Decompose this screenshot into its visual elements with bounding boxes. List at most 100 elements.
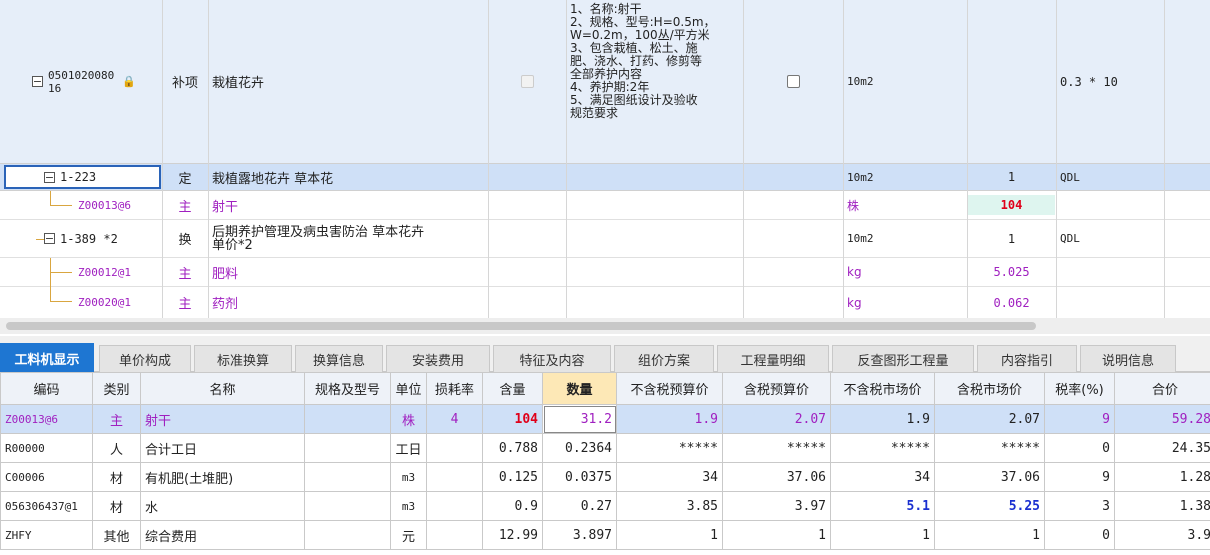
scrollbar-thumb[interactable] bbox=[6, 322, 1036, 330]
table-row[interactable]: − 1-223 定 栽植露地花卉 草本花 10m2 1 QDL bbox=[0, 164, 1210, 191]
cell-code[interactable]: ZHFY bbox=[0, 520, 93, 550]
col-header-spec[interactable]: 规格及型号 bbox=[304, 372, 391, 405]
cell-tax-rate[interactable]: 9 bbox=[1044, 462, 1115, 492]
cell-content[interactable]: 0.9 bbox=[482, 491, 543, 521]
cell-name[interactable]: 水 bbox=[140, 491, 305, 521]
col-header-market-price-incl-tax[interactable]: 含税市场价 bbox=[934, 372, 1045, 405]
cell-total[interactable]: 3.9 bbox=[1114, 520, 1210, 550]
cell-budget-price-incl-tax[interactable]: ***** bbox=[722, 433, 831, 463]
cell-loss-rate[interactable] bbox=[426, 520, 483, 550]
tab-pricing-scheme[interactable]: 组价方案 bbox=[614, 345, 714, 372]
col-header-category[interactable]: 类别 bbox=[92, 372, 141, 405]
collapse-icon[interactable]: − bbox=[44, 171, 55, 183]
cell-loss-rate[interactable] bbox=[426, 433, 483, 463]
table-row[interactable]: Z00020@1 主 药剂 kg 0.062 bbox=[0, 287, 1210, 318]
cell-budget-price-excl-tax[interactable]: 3.85 bbox=[616, 491, 723, 521]
cell-category[interactable]: 材 bbox=[92, 491, 141, 521]
cell-market-price-excl-tax[interactable]: 34 bbox=[830, 462, 935, 492]
collapse-icon[interactable]: − bbox=[32, 76, 43, 87]
cell-name[interactable]: 综合费用 bbox=[140, 520, 305, 550]
table-row[interactable]: Z00013@6 主 射干 株 104 bbox=[0, 191, 1210, 220]
cell-total[interactable]: 1.38 bbox=[1114, 491, 1210, 521]
cell-budget-price-excl-tax[interactable]: 1 bbox=[616, 520, 723, 550]
cell-unit[interactable]: m3 bbox=[390, 462, 427, 492]
cell-unit[interactable]: m3 bbox=[390, 491, 427, 521]
cell-budget-price-incl-tax[interactable]: 1 bbox=[722, 520, 831, 550]
item-qty[interactable]: 104 bbox=[968, 195, 1055, 215]
cell-market-price-excl-tax[interactable]: ***** bbox=[830, 433, 935, 463]
cell-category[interactable]: 主 bbox=[92, 404, 141, 434]
table-row[interactable]: Z00013@6 主 射干 株 4 104 31.2 1.9 2.07 1.9 … bbox=[0, 404, 1210, 434]
col-header-unit[interactable]: 单位 bbox=[390, 372, 427, 405]
cell-loss-rate[interactable] bbox=[426, 491, 483, 521]
tab-features-content[interactable]: 特征及内容 bbox=[493, 345, 611, 372]
cell-spec[interactable] bbox=[304, 433, 391, 463]
cell-spec[interactable] bbox=[304, 491, 391, 521]
table-row[interactable]: R00000 人 合计工日 工日 0.788 0.2364 ***** ****… bbox=[0, 433, 1210, 463]
cell-content[interactable]: 12.99 bbox=[482, 520, 543, 550]
cell-tax-rate[interactable]: 9 bbox=[1044, 404, 1115, 434]
col-header-tax-rate[interactable]: 税率(%) bbox=[1044, 372, 1115, 405]
cell-market-price-incl-tax[interactable]: ***** bbox=[934, 433, 1045, 463]
table-row[interactable]: ZHFY 其他 综合费用 元 12.99 3.897 1 1 1 1 0 3.9 bbox=[0, 520, 1210, 550]
cell-code[interactable]: 056306437@1 bbox=[0, 491, 93, 521]
cell-market-price-incl-tax[interactable]: 2.07 bbox=[934, 404, 1045, 434]
tab-reverse-graphic-quantity[interactable]: 反查图形工程量 bbox=[832, 345, 974, 372]
col-header-loss-rate[interactable]: 损耗率 bbox=[426, 372, 483, 405]
tab-description-info[interactable]: 说明信息 bbox=[1080, 345, 1176, 372]
cell-content[interactable]: 104 bbox=[482, 404, 543, 434]
tab-quantity-details[interactable]: 工程量明细 bbox=[717, 345, 829, 372]
cell-market-price-incl-tax[interactable]: 5.25 bbox=[934, 491, 1045, 521]
cell-spec[interactable] bbox=[304, 520, 391, 550]
checkbox[interactable] bbox=[520, 75, 534, 88]
cell-budget-price-incl-tax[interactable]: 3.97 bbox=[722, 491, 831, 521]
tab-content-guide[interactable]: 内容指引 bbox=[977, 345, 1077, 372]
cell-category[interactable]: 其他 bbox=[92, 520, 141, 550]
cell-quantity[interactable]: 31.2 bbox=[542, 404, 617, 434]
cell-quantity[interactable]: 0.0375 bbox=[542, 462, 617, 492]
cell-budget-price-excl-tax[interactable]: 34 bbox=[616, 462, 723, 492]
cell-budget-price-incl-tax[interactable]: 37.06 bbox=[722, 462, 831, 492]
cell-total[interactable]: 1.28 bbox=[1114, 462, 1210, 492]
cell-quantity[interactable]: 0.27 bbox=[542, 491, 617, 521]
table-row[interactable]: − 1-389 *2 换 后期养护管理及病虫害防治 草本花卉 单价*2 10m2… bbox=[0, 220, 1210, 258]
cell-quantity[interactable]: 0.2364 bbox=[542, 433, 617, 463]
checkbox[interactable] bbox=[786, 75, 800, 88]
tab-standard-conversion[interactable]: 标准换算 bbox=[194, 345, 292, 372]
col-header-budget-price-excl-tax[interactable]: 不含税预算价 bbox=[616, 372, 723, 405]
table-row[interactable]: 056306437@1 材 水 m3 0.9 0.27 3.85 3.97 5.… bbox=[0, 491, 1210, 521]
cell-code[interactable]: Z00013@6 bbox=[0, 404, 93, 434]
cell-name[interactable]: 有机肥(土堆肥) bbox=[140, 462, 305, 492]
col-header-quantity[interactable]: 数量 bbox=[542, 372, 617, 405]
table-row[interactable]: C00006 材 有机肥(土堆肥) m3 0.125 0.0375 34 37.… bbox=[0, 462, 1210, 492]
cell-tax-rate[interactable]: 0 bbox=[1044, 520, 1115, 550]
col-header-market-price-excl-tax[interactable]: 不含税市场价 bbox=[830, 372, 935, 405]
tab-labor-material[interactable]: 工料机显示 bbox=[0, 343, 94, 372]
cell-spec[interactable] bbox=[304, 404, 391, 434]
cell-market-price-excl-tax[interactable]: 1 bbox=[830, 520, 935, 550]
cell-quantity[interactable]: 3.897 bbox=[542, 520, 617, 550]
cell-name[interactable]: 射干 bbox=[140, 404, 305, 434]
table-row[interactable]: Z00012@1 主 肥料 kg 5.025 bbox=[0, 258, 1210, 287]
cell-loss-rate[interactable]: 4 bbox=[426, 404, 483, 434]
cell-category[interactable]: 人 bbox=[92, 433, 141, 463]
cell-name[interactable]: 合计工日 bbox=[140, 433, 305, 463]
col-header-name[interactable]: 名称 bbox=[140, 372, 305, 405]
cell-loss-rate[interactable] bbox=[426, 462, 483, 492]
cell-unit[interactable]: 元 bbox=[390, 520, 427, 550]
cell-spec[interactable] bbox=[304, 462, 391, 492]
cell-total[interactable]: 59.28 bbox=[1114, 404, 1210, 434]
cell-category[interactable]: 材 bbox=[92, 462, 141, 492]
cell-code[interactable]: C00006 bbox=[0, 462, 93, 492]
horizontal-scrollbar[interactable] bbox=[0, 318, 1210, 334]
col-header-total[interactable]: 合价 bbox=[1114, 372, 1210, 405]
col-header-budget-price-incl-tax[interactable]: 含税预算价 bbox=[722, 372, 831, 405]
cell-code[interactable]: R00000 bbox=[0, 433, 93, 463]
cell-budget-price-excl-tax[interactable]: ***** bbox=[616, 433, 723, 463]
cell-content[interactable]: 0.125 bbox=[482, 462, 543, 492]
cell-budget-price-incl-tax[interactable]: 2.07 bbox=[722, 404, 831, 434]
cell-market-price-incl-tax[interactable]: 37.06 bbox=[934, 462, 1045, 492]
cell-unit[interactable]: 株 bbox=[390, 404, 427, 434]
cell-budget-price-excl-tax[interactable]: 1.9 bbox=[616, 404, 723, 434]
collapse-icon[interactable]: − bbox=[44, 233, 55, 244]
